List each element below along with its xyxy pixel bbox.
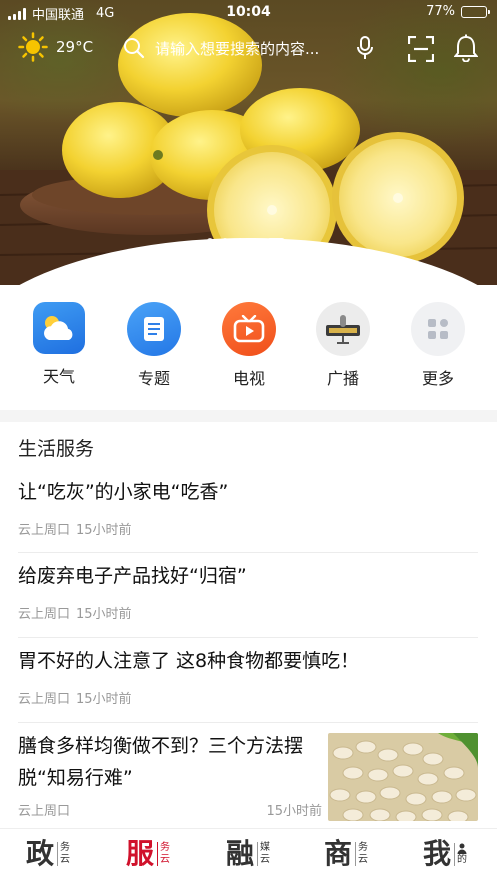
radio-icon <box>316 302 370 356</box>
status-time: 10:04 <box>226 4 271 20</box>
hero-banner[interactable]: 中国联通 4G 10:04 77% 29°C 请输入想要搜索的内容... <box>0 0 497 285</box>
tab-label: 服 <box>126 837 155 870</box>
news-time: 15小时前 <box>266 804 322 819</box>
battery-icon <box>461 5 490 18</box>
news-item[interactable]: 让“吃灰”的小家电“吃香” 云上周口 15小时前 <box>18 478 478 553</box>
news-title: 胃不好的人注意了 这8种食物都要慎吃！ <box>18 650 360 672</box>
news-source: 云上周口 <box>18 692 71 707</box>
news-meta: 云上周口 15小时前 <box>18 800 322 819</box>
quick-link-topics[interactable]: 专题 <box>119 302 189 389</box>
tab-sublabel: 云 <box>260 854 271 865</box>
quick-link-label: 广播 <box>326 369 359 388</box>
weather-icon <box>33 302 85 354</box>
tab-mine[interactable]: 我 的 <box>423 837 467 871</box>
news-time: 15小时前 <box>76 692 132 707</box>
weather-widget[interactable]: 29°C <box>18 32 93 62</box>
news-title: 让“吃灰”的小家电“吃香” <box>18 481 229 503</box>
news-meta: 云上周口 15小时前 <box>18 519 478 538</box>
battery-percent: 77% <box>426 4 455 19</box>
tab-sublabel: 媒 <box>260 842 271 853</box>
carousel-dot[interactable] <box>222 238 228 244</box>
quick-link-label: 更多 <box>421 369 454 388</box>
news-item-with-thumbnail[interactable]: 膳食多样均衡做不到？三个方法摆脱“知易行难” 云上周口 15小时前 <box>18 730 478 822</box>
more-grid-icon <box>411 302 465 356</box>
document-icon <box>127 302 181 356</box>
tab-sublabel: 的 <box>457 853 468 865</box>
bottom-tab-bar: 政 务云 服 务云 融 媒云 商 务云 我 的 <box>0 828 497 883</box>
carousel-dot[interactable] <box>267 238 285 244</box>
search-icon <box>124 38 145 59</box>
quick-link-weather[interactable]: 天气 <box>24 302 94 387</box>
news-title: 膳食多样均衡做不到？三个方法摆脱“知易行难” <box>18 735 304 789</box>
user-icon <box>457 843 467 854</box>
quick-link-label: 专题 <box>137 369 170 388</box>
carousel-dot[interactable] <box>207 238 213 244</box>
carousel-dot[interactable] <box>252 238 258 244</box>
quick-link-tv[interactable]: 电视 <box>214 302 284 389</box>
tab-label: 融 <box>226 837 255 870</box>
tab-sublabel: 云 <box>358 854 369 865</box>
quick-link-radio[interactable]: 广播 <box>308 302 378 389</box>
news-time: 15小时前 <box>76 607 132 622</box>
news-source: 云上周口 <box>18 804 71 819</box>
status-bar: 中国联通 4G 10:04 77% <box>0 0 497 24</box>
scan-icon[interactable] <box>408 36 434 62</box>
news-meta: 云上周口 15小时前 <box>18 688 478 707</box>
news-item[interactable]: 给废弃电子产品找好“归宿” 云上周口 15小时前 <box>18 562 478 638</box>
temperature: 29°C <box>56 38 94 56</box>
tab-sublabel: 务 <box>358 842 369 853</box>
tab-label: 政 <box>26 837 55 870</box>
tab-media-cloud[interactable]: 融 媒云 <box>226 837 270 871</box>
tab-service-cloud[interactable]: 服 务云 <box>126 837 170 871</box>
tab-label: 商 <box>324 837 353 870</box>
bell-icon[interactable] <box>454 34 478 62</box>
news-source: 云上周口 <box>18 607 71 622</box>
news-thumbnail <box>328 733 478 821</box>
carousel-indicator[interactable] <box>207 238 285 244</box>
news-time: 15小时前 <box>76 523 132 538</box>
news-title: 给废弃电子产品找好“归宿” <box>18 565 247 587</box>
news-item[interactable]: 胃不好的人注意了 这8种食物都要慎吃！ 云上周口 15小时前 <box>18 647 478 723</box>
quick-link-label: 电视 <box>232 369 265 388</box>
tab-label: 我 <box>423 837 452 870</box>
search-bar[interactable]: 请输入想要搜索的内容... <box>113 30 389 66</box>
section-title: 生活服务 <box>18 438 95 460</box>
quick-link-more[interactable]: 更多 <box>403 302 473 389</box>
sun-icon <box>18 32 48 62</box>
tab-government-cloud[interactable]: 政 务云 <box>26 837 70 871</box>
news-meta: 云上周口 15小时前 <box>18 603 478 622</box>
tv-icon <box>222 302 276 356</box>
carousel-dot[interactable] <box>237 238 243 244</box>
tab-sublabel: 务 <box>60 842 71 853</box>
tab-sublabel: 云 <box>160 854 171 865</box>
news-source: 云上周口 <box>18 523 71 538</box>
search-input[interactable]: 请输入想要搜索的内容... <box>155 38 343 59</box>
quick-links: 天气 专题 电视 广播 更多 <box>0 302 497 402</box>
tab-sublabel: 云 <box>60 854 71 865</box>
tab-sublabel: 务 <box>160 842 171 853</box>
section-divider <box>0 410 497 422</box>
tab-commerce-cloud[interactable]: 商 务云 <box>324 837 368 871</box>
quick-link-label: 天气 <box>42 367 75 386</box>
mic-icon[interactable] <box>357 36 373 60</box>
